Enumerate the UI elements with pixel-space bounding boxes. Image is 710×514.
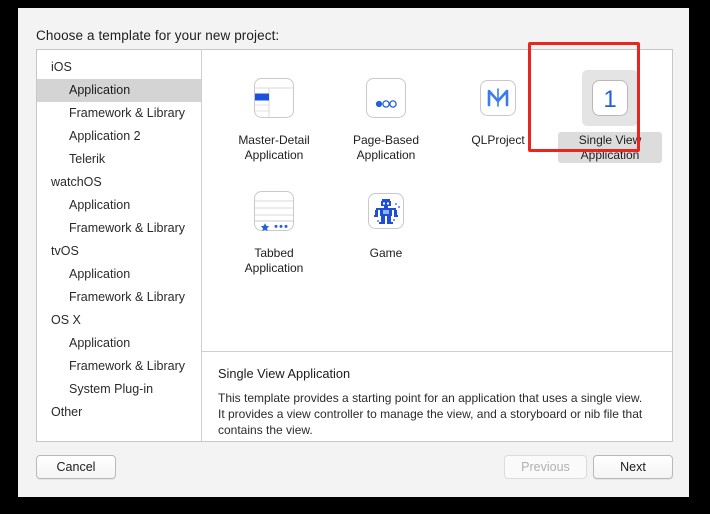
game-icon <box>358 183 414 239</box>
master-detail-icon <box>246 70 302 126</box>
template-tabbed-application[interactable]: Tabbed Application <box>218 177 330 276</box>
sidebar-item-application[interactable]: Application <box>37 332 201 355</box>
sidebar-item-os-x[interactable]: OS X <box>37 309 201 332</box>
template-single-view-application[interactable]: 1 Single View Application <box>554 64 666 163</box>
sidebar-item-telerik[interactable]: Telerik <box>37 148 201 171</box>
svg-text:1: 1 <box>603 86 616 113</box>
page-title: Choose a template for your new project: <box>36 28 280 43</box>
description-title: Single View Application <box>218 366 351 381</box>
qlproject-icon <box>470 70 526 126</box>
sidebar-item-ios[interactable]: iOS <box>37 56 201 79</box>
sidebar-item-other[interactable]: Other <box>37 401 201 424</box>
template-row-2: Tabbed Application Game <box>218 177 672 276</box>
sidebar-item-framework-library[interactable]: Framework & Library <box>37 286 201 309</box>
template-label: Single View Application <box>558 132 662 163</box>
template-label: Page-Based Application <box>352 133 420 162</box>
template-chooser-content: iOS Application Framework & Library Applica… <box>36 42 673 442</box>
templates-pane: Master-Detail Application Page-Based App… <box>202 42 672 441</box>
next-button[interactable]: Next <box>593 455 673 479</box>
platform-sidebar[interactable]: iOS Application Framework & Library Applica… <box>37 50 202 441</box>
sidebar-item-application[interactable]: Application <box>37 79 201 102</box>
template-grid: Master-Detail Application Page-Based App… <box>202 42 672 351</box>
template-label: QLProject <box>471 133 525 147</box>
sidebar-item-tvos[interactable]: tvOS <box>37 240 201 263</box>
template-label: Master-Detail Application <box>238 133 310 162</box>
single-view-icon: 1 <box>582 70 638 126</box>
dialog-footer: Cancel Previous Next <box>36 455 673 483</box>
sidebar-item-watchos[interactable]: watchOS <box>37 171 201 194</box>
template-row-1: Master-Detail Application Page-Based App… <box>218 64 672 163</box>
template-label: Tabbed Application <box>244 246 304 275</box>
sidebar-item-framework-library[interactable]: Framework & Library <box>37 355 201 378</box>
sidebar-item-system-plug-in[interactable]: System Plug-in <box>37 378 201 401</box>
template-master-detail-application[interactable]: Master-Detail Application <box>218 64 330 163</box>
sidebar-item-application-2[interactable]: Application 2 <box>37 125 201 148</box>
description-body: This template provides a starting point … <box>218 391 643 437</box>
sidebar-item-framework-library[interactable]: Framework & Library <box>37 217 201 240</box>
screen-background: Choose a template for your new project: … <box>0 0 710 514</box>
template-qlproject[interactable]: QLProject <box>442 64 554 163</box>
template-description-panel: Single View Application This template pr… <box>202 351 672 441</box>
tabbed-icon <box>246 183 302 239</box>
template-page-based-application[interactable]: Page-Based Application <box>330 64 442 163</box>
new-project-template-dialog: Choose a template for your new project: … <box>18 8 689 497</box>
cancel-button[interactable]: Cancel <box>36 455 116 479</box>
template-label: Game <box>369 246 403 260</box>
sidebar-item-framework-library[interactable]: Framework & Library <box>37 102 201 125</box>
page-based-icon <box>358 70 414 126</box>
sidebar-item-application[interactable]: Application <box>37 263 201 286</box>
template-game[interactable]: Game <box>330 177 442 276</box>
sidebar-item-application[interactable]: Application <box>37 194 201 217</box>
previous-button[interactable]: Previous <box>504 455 587 479</box>
